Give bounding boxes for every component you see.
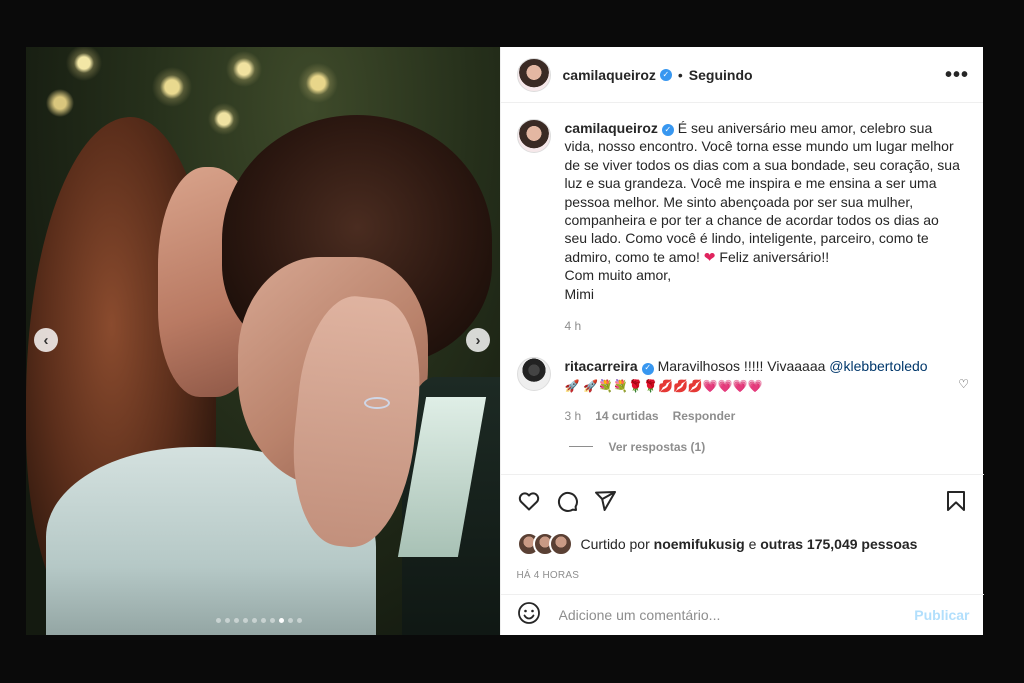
carousel-dot — [279, 618, 284, 623]
commenter-username[interactable]: ritacarreira — [565, 358, 638, 374]
comment-mention-link[interactable]: @klebbertoledo — [829, 358, 927, 374]
likes-count[interactable]: outras 175,049 pessoas — [760, 536, 917, 552]
comment-likes-count[interactable]: 14 curtidas — [595, 407, 658, 425]
emoji-sequence: 🚀💐💐🌹🌹💋💋💋💗💗💗💗 — [583, 378, 763, 393]
add-comment-bar: Publicar — [500, 594, 984, 635]
caption-closing: Com muito amor, — [564, 267, 672, 284]
comment: ritacarreira ✓ Maravilhosos !!!!! Vivaaaa… — [501, 335, 984, 425]
carousel-dot — [234, 618, 239, 623]
comment-timestamp[interactable]: 3 h — [565, 407, 582, 425]
comment-like-heart-icon[interactable]: ♡ — [958, 377, 969, 391]
chevron-right-icon: › — [475, 331, 481, 349]
carousel-dot — [243, 618, 248, 623]
likes-summary: Curtido por noemifukusig e outras 175,04… — [501, 518, 984, 556]
commenter-avatar[interactable] — [516, 357, 551, 392]
comment-body: ritacarreira ✓ Maravilhosos !!!!! Vivaaaa… — [565, 357, 945, 425]
caption-text: É seu aniversário meu amor, celebro sua … — [564, 120, 960, 265]
post-caption: camilaqueiroz ✓ É seu aniversário meu amo… — [501, 103, 984, 335]
caption-timestamp[interactable]: 4 h — [565, 317, 963, 335]
like-heart-icon[interactable] — [517, 489, 541, 518]
rocket-emoji-icon: 🚀 — [564, 378, 580, 393]
carousel-dot — [216, 618, 221, 623]
caption-text-end: Feliz aniversário!! — [719, 248, 830, 265]
liker-avatar — [548, 532, 573, 556]
chevron-left-icon: ‹ — [43, 331, 49, 349]
photo-ring — [364, 397, 390, 409]
post-actions: Curtido por noemifukusig e outras 175,04… — [500, 474, 984, 581]
likes-text: Curtido por noemifukusig e outras 175,04… — [581, 536, 918, 552]
caption-signature: Mimi — [564, 285, 595, 302]
action-icons — [501, 475, 984, 518]
post-header: camilaqueiroz ✓ • Seguindo ••• — [500, 47, 983, 103]
emoji-smiley-icon[interactable] — [517, 601, 541, 630]
author-avatar[interactable] — [516, 57, 551, 92]
post-photo: ‹ › — [26, 47, 500, 635]
likes-conjunction: e — [748, 536, 757, 552]
publish-button[interactable]: Publicar — [914, 607, 969, 623]
carousel-indicator — [216, 618, 302, 623]
caption-username[interactable]: camilaqueiroz — [565, 120, 658, 136]
verified-badge-icon: ✓ — [661, 124, 674, 137]
author-username[interactable]: camilaqueiroz — [563, 67, 656, 83]
verified-badge-icon: ✓ — [641, 362, 654, 375]
following-button[interactable]: Seguindo — [689, 67, 753, 83]
carousel-dot — [288, 618, 293, 623]
red-heart-icon: ❤ — [703, 248, 716, 265]
comment-bubble-icon[interactable] — [555, 489, 579, 518]
carousel-dot — [270, 618, 275, 623]
caption-body: camilaqueiroz ✓ É seu aniversário meu amo… — [565, 119, 963, 335]
carousel-next-button[interactable]: › — [466, 328, 490, 352]
header-separator: • — [677, 66, 683, 83]
carousel-dot — [297, 618, 302, 623]
view-replies-button[interactable]: Ver respostas (1) — [568, 439, 984, 454]
share-paper-plane-icon[interactable] — [593, 489, 617, 518]
comment-meta: 3 h 14 curtidas Responder — [565, 407, 945, 425]
caption-author-avatar[interactable] — [516, 119, 551, 153]
replies-line — [568, 446, 593, 448]
view-replies-label: Ver respostas (1) — [608, 439, 706, 454]
more-options-icon[interactable]: ••• — [945, 65, 969, 85]
carousel-dot — [261, 618, 266, 623]
save-bookmark-icon[interactable] — [944, 489, 968, 518]
post-side-panel: camilaqueiroz ✓ • Seguindo ••• camilaque… — [499, 47, 984, 635]
liker-avatars[interactable] — [516, 532, 573, 556]
carousel-dot — [252, 618, 257, 623]
carousel-prev-button[interactable]: ‹ — [34, 328, 58, 352]
reply-button[interactable]: Responder — [673, 407, 736, 425]
carousel-dot — [225, 618, 230, 623]
comment-text: Maravilhosos !!!!! Vivaaaaa — [657, 358, 826, 375]
verified-badge-icon: ✓ — [659, 68, 672, 81]
add-comment-input[interactable] — [556, 606, 915, 624]
liker-username[interactable]: noemifukusig — [654, 536, 745, 552]
post-timestamp[interactable]: HÁ 4 HORAS — [501, 556, 984, 581]
likes-prefix: Curtido por — [580, 536, 650, 552]
instagram-post-modal: ‹ › camilaqueiroz ✓ • Seguindo ••• camil… — [26, 47, 984, 635]
